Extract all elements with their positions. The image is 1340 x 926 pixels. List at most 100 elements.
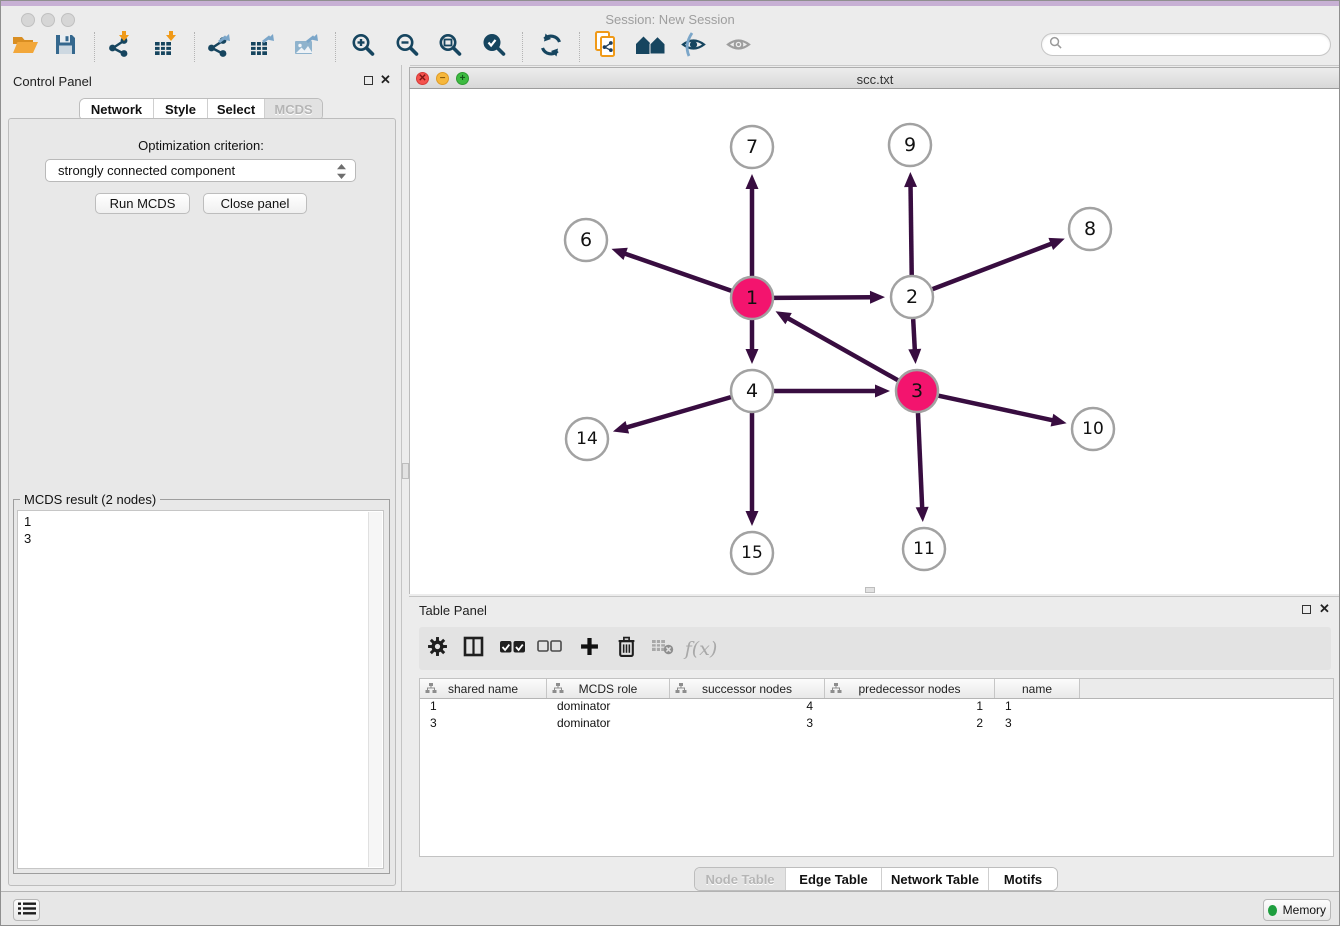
table-settings-button[interactable] xyxy=(421,634,453,664)
mcds-result-list[interactable]: 13 xyxy=(17,510,384,869)
column-header-shared-name[interactable]: shared name xyxy=(420,679,547,698)
tab-network-table[interactable]: Network Table xyxy=(881,868,988,890)
search-field[interactable] xyxy=(1041,33,1331,56)
home-icon xyxy=(635,33,666,61)
zoom-fit-content-button[interactable] xyxy=(432,32,468,62)
cell-name: 1 xyxy=(995,698,1080,715)
graph-edge-4-15[interactable] xyxy=(746,413,759,526)
column-header-predecessor-nodes[interactable]: predecessor nodes xyxy=(825,679,995,698)
graph-edge-3-1[interactable] xyxy=(776,311,898,380)
table-toolbar: f(x) xyxy=(419,627,1331,670)
splitter-grip[interactable] xyxy=(402,463,409,479)
cell-predecessor-nodes: 2 xyxy=(825,715,995,732)
toggle-panel-mode-button[interactable] xyxy=(457,634,489,664)
column-header-MCDS-role[interactable]: MCDS role xyxy=(547,679,670,698)
svg-text:2: 2 xyxy=(906,286,918,308)
zoom-in-button[interactable] xyxy=(345,32,381,62)
table-row[interactable]: 1dominator411 xyxy=(420,698,1333,715)
show-hidden-button xyxy=(720,32,756,62)
optimization-criterion-select[interactable]: strongly connected component xyxy=(45,159,356,182)
column-header-label: name xyxy=(1022,682,1052,696)
first-neighbors-button[interactable] xyxy=(588,32,624,62)
graph-edge-1-2[interactable] xyxy=(774,291,885,304)
close-control-panel-button[interactable]: ✕ xyxy=(380,75,391,85)
svg-text:3: 3 xyxy=(911,380,923,402)
tab-select[interactable]: Select xyxy=(207,99,264,120)
graph-edge-1-6[interactable] xyxy=(611,248,731,291)
status-bar: Memory xyxy=(1,891,1340,926)
export-network-icon xyxy=(206,33,232,62)
toolbar-separator xyxy=(522,32,523,62)
svg-text:7: 7 xyxy=(746,136,758,158)
import-network-button[interactable] xyxy=(101,32,137,62)
canvas-grip[interactable] xyxy=(865,587,875,593)
graph-edge-2-9[interactable] xyxy=(904,172,917,275)
graph-edge-3-11[interactable] xyxy=(916,413,929,522)
close-panel-button[interactable]: Close panel xyxy=(203,193,307,214)
network-window-title: scc.txt xyxy=(410,72,1340,87)
graph-node-14[interactable]: 14 xyxy=(566,418,608,460)
graph-edge-1-7[interactable] xyxy=(746,174,759,276)
hide-eye-icon xyxy=(680,32,707,62)
graph-node-10[interactable]: 10 xyxy=(1072,408,1114,450)
search-input[interactable] xyxy=(1066,37,1330,53)
tab-motifs[interactable]: Motifs xyxy=(988,868,1057,890)
run-mcds-button[interactable]: Run MCDS xyxy=(95,193,190,214)
hide-selected-button[interactable] xyxy=(675,32,711,62)
zoom-selected-button[interactable] xyxy=(476,32,512,62)
apply-layout-button[interactable] xyxy=(533,32,569,62)
graph-edge-1-4[interactable] xyxy=(746,320,759,364)
svg-text:11: 11 xyxy=(913,539,935,559)
deselect-all-icon xyxy=(537,640,562,658)
svg-text:8: 8 xyxy=(1084,218,1096,240)
graph-node-2[interactable]: 2 xyxy=(891,276,933,318)
graph-edge-4-3[interactable] xyxy=(774,385,890,398)
tab-style[interactable]: Style xyxy=(153,99,207,120)
graph-node-15[interactable]: 15 xyxy=(731,532,773,574)
graph-node-9[interactable]: 9 xyxy=(889,124,931,166)
tab-mcds[interactable]: MCDS xyxy=(264,99,322,120)
svg-text:15: 15 xyxy=(741,543,763,563)
result-scrollbar[interactable] xyxy=(368,512,382,867)
network-canvas[interactable]: 7 9 6 8 1 2 4 3 14 10 15 11 xyxy=(409,89,1340,594)
add-column-button[interactable] xyxy=(573,634,605,664)
import-table-button[interactable] xyxy=(148,32,184,62)
memory-button[interactable]: Memory xyxy=(1263,899,1331,921)
table-row[interactable]: 3dominator323 xyxy=(420,715,1333,732)
tab-edge-table[interactable]: Edge Table xyxy=(785,868,881,890)
columns-icon xyxy=(463,636,484,662)
graph-node-6[interactable]: 6 xyxy=(565,219,607,261)
zoom-out-button[interactable] xyxy=(389,32,425,62)
memory-button-label: Memory xyxy=(1283,903,1326,917)
network-window-titlebar[interactable]: ✕ − + scc.txt xyxy=(409,67,1340,89)
export-network-button[interactable] xyxy=(201,32,237,62)
open-session-button[interactable] xyxy=(7,32,43,62)
close-table-panel-button[interactable]: ✕ xyxy=(1319,604,1330,614)
tab-network[interactable]: Network xyxy=(80,99,153,120)
plus-icon xyxy=(580,637,599,661)
graph-edge-4-14[interactable] xyxy=(613,397,731,433)
graph-node-1[interactable]: 1 xyxy=(731,277,773,319)
first-neighbors-icon xyxy=(594,31,619,64)
graph-node-7[interactable]: 7 xyxy=(731,126,773,168)
select-all-rows-button[interactable] xyxy=(496,634,528,664)
float-table-panel-button[interactable] xyxy=(1302,605,1311,614)
column-header-successor-nodes[interactable]: successor nodes xyxy=(670,679,825,698)
delete-column-button[interactable] xyxy=(610,634,642,664)
float-control-panel-button[interactable] xyxy=(364,76,373,85)
save-session-button[interactable] xyxy=(47,32,83,62)
show-all-nodes-button[interactable] xyxy=(632,32,668,62)
graph-edge-2-8[interactable] xyxy=(933,238,1065,289)
tab-node-table[interactable]: Node Table xyxy=(695,868,785,890)
panel-selector-button[interactable] xyxy=(13,899,40,921)
deselect-all-rows-button[interactable] xyxy=(533,634,565,664)
export-table-button[interactable] xyxy=(245,32,281,62)
column-header-name[interactable]: name xyxy=(995,679,1080,698)
graph-node-11[interactable]: 11 xyxy=(903,528,945,570)
export-image-button[interactable] xyxy=(289,32,325,62)
graph-edge-2-3[interactable] xyxy=(908,319,921,364)
graph-node-8[interactable]: 8 xyxy=(1069,208,1111,250)
graph-node-3[interactable]: 3 xyxy=(896,370,938,412)
graph-node-4[interactable]: 4 xyxy=(731,370,773,412)
graph-edge-3-10[interactable] xyxy=(939,396,1067,427)
